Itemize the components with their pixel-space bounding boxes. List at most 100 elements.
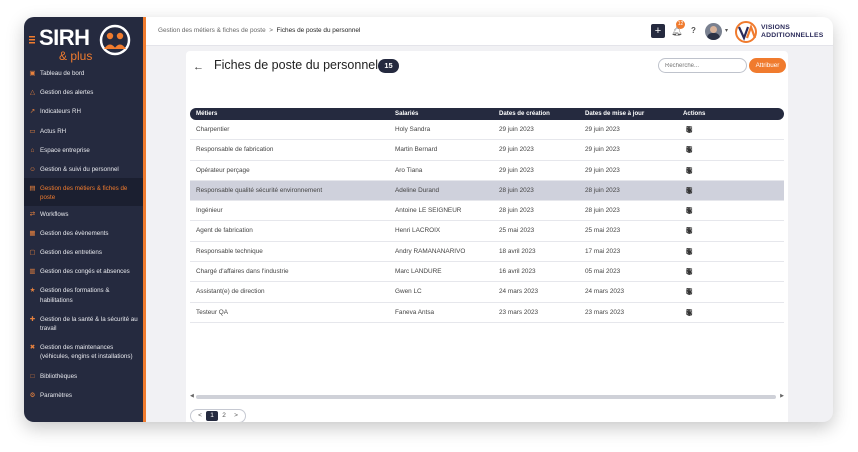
header-salaries[interactable]: Salariés (395, 108, 418, 120)
cell-date-creation: 29 juin 2023 (499, 126, 534, 133)
cell-salarie: Henri LACROIX (395, 227, 441, 235)
sidebar-item-15[interactable]: □ Bibliothèques (24, 366, 143, 385)
sidebar-item-8[interactable]: ⇄ Workflows (24, 206, 143, 223)
sidebar-item-3[interactable]: ↗ Indicateurs RH (24, 101, 143, 120)
sidebar-item-label: Gestion des entretiens (40, 249, 102, 257)
scrollbar-thumb[interactable] (196, 395, 776, 399)
sidebar-item-label: Actus RH (40, 127, 67, 135)
sidebar-item-14[interactable]: ✖ Gestion des maintenances (véhicules, en… (24, 337, 143, 365)
header-actions: Actions (683, 110, 706, 117)
horizontal-scrollbar[interactable]: ◀ ▶ (190, 393, 784, 400)
breadcrumb-separator: > (269, 27, 273, 34)
table-body: Charpentier Holy Sandra 29 juin 2023 29 jui… (190, 120, 784, 323)
sidebar-item-label: Bibliothèques (40, 372, 78, 380)
header-date-creation[interactable]: Dates de création (499, 108, 550, 120)
news-icon: ▭ (29, 127, 36, 135)
sidebar-item-12[interactable]: ★ Gestion des formations & habilitations (24, 280, 143, 308)
sidebar-item-label: Gestion & suivi du personnel (40, 166, 119, 174)
breadcrumb-current: Fiches de poste du personnel (276, 27, 361, 34)
table-row[interactable]: Opérateur perçage Aro Tiana 29 juin 2023 29… (190, 161, 784, 181)
back-arrow-icon[interactable]: ← (193, 61, 204, 73)
delete-trash-icon[interactable]: ☒ (686, 140, 693, 160)
sidebar-item-13[interactable]: ✚ Gestion de la santé & la sécurité au tr… (24, 309, 143, 337)
delete-trash-icon[interactable]: ☒ (686, 242, 693, 262)
cell-date-maj: 17 mai 2023 (585, 247, 621, 255)
sidebar-item-1[interactable]: ▣ Tableau de bord (24, 69, 143, 82)
sidebar-item-7[interactable]: ▤ Gestion des métiers & fiches de poste (24, 178, 143, 206)
sidebar-item-16[interactable]: ⚙ Paramètres (24, 385, 143, 404)
cell-metier: Testeur QA (196, 308, 228, 316)
sidebar-item-label: Gestion des évènements (40, 229, 109, 237)
assign-button[interactable]: Attribuer (749, 58, 786, 73)
cell-salarie: Martin Bernard (395, 146, 438, 154)
sidebar-item-6[interactable]: ☺ Gestion & suivi du personnel (24, 159, 143, 178)
header-metiers[interactable]: Métiers (196, 108, 217, 120)
cell-date-creation: 25 mai 2023 (499, 227, 535, 235)
cell-metier: Opérateur perçage (196, 166, 250, 174)
cell-date-maj: 29 juin 2023 (585, 146, 620, 154)
table-row[interactable]: Responsable qualité sécurité environneme… (190, 180, 784, 202)
people-icon: ☺ (29, 166, 36, 174)
cell-date-maj: 25 mai 2023 (585, 227, 621, 235)
cell-salarie: Gwen LC (395, 288, 422, 296)
sidebar-item-2[interactable]: △ Gestion des alertes (24, 82, 143, 101)
cell-salarie: Faneva Antsa (395, 308, 435, 316)
table-header: Métiers Salariés Dates de création Dates… (190, 108, 784, 120)
logo-wordmark: SIRH (39, 25, 90, 50)
sirh-logo[interactable]: SIRH & plus (27, 21, 137, 69)
help-icon[interactable]: ? (691, 26, 696, 35)
table-row[interactable]: Chargé d'affaires dans l'industrie Marc L… (190, 262, 784, 283)
cell-date-creation: 23 mars 2023 (499, 308, 539, 316)
cell-salarie: Marc LANDURE (395, 268, 442, 276)
delete-trash-icon[interactable]: ☒ (686, 181, 693, 201)
cell-metier: Responsable de fabrication (196, 146, 274, 154)
prev-page-button[interactable]: < (194, 411, 206, 421)
breadcrumb-parent[interactable]: Gestion des métiers & fiches de poste (158, 27, 266, 34)
library-icon: □ (30, 372, 35, 380)
scroll-left-icon[interactable]: ◀ (190, 393, 194, 399)
table-row[interactable]: Assistant(e) de direction Gwen LC 24 mars … (190, 282, 784, 303)
health-icon: ✚ (29, 315, 36, 323)
sidebar-item-10[interactable]: ▢ Gestion des entretiens (24, 242, 143, 261)
header-date-maj[interactable]: Dates de mise à jour (585, 108, 644, 120)
delete-trash-icon[interactable]: ☒ (686, 262, 693, 282)
page-button-1[interactable]: 1 (206, 411, 218, 421)
table-row[interactable]: Responsable de fabrication Martin Bernard… (190, 140, 784, 161)
sidebar-item-5[interactable]: ⌂ Espace entreprise (24, 140, 143, 159)
table-row[interactable]: Ingénieur Antoine LE SEIGNEUR 28 juin 2023… (190, 201, 784, 222)
cell-date-maj: 29 juin 2023 (585, 166, 620, 174)
table-row[interactable]: Testeur QA Faneva Antsa 23 mars 2023 23 mar… (190, 303, 784, 323)
app-window: SIRH & plus ▣ Tableau de bord △ Gestion des… (24, 17, 833, 422)
sidebar-menu: ▣ Tableau de bord △ Gestion des alertes ↗ Ind… (24, 69, 143, 404)
table-row[interactable]: Agent de fabrication Henri LACROIX 25 mai … (190, 221, 784, 242)
search-input[interactable] (658, 58, 747, 73)
calendar-icon: ▦ (29, 229, 36, 237)
page-button-2[interactable]: 2 (218, 411, 230, 421)
add-button[interactable]: + (651, 24, 665, 38)
logo-suffix: & plus (59, 49, 93, 63)
table-row[interactable]: Charpentier Holy Sandra 29 juin 2023 29 jui… (190, 120, 784, 141)
delete-trash-icon[interactable]: ☒ (686, 201, 693, 221)
brand-line-2: ADDITIONNELLES (761, 31, 824, 39)
delete-trash-icon[interactable]: ☒ (686, 282, 693, 302)
cell-date-creation: 29 juin 2023 (499, 166, 534, 174)
cell-date-creation: 28 juin 2023 (499, 207, 534, 215)
cell-date-maj: 28 juin 2023 (585, 186, 620, 194)
delete-trash-icon[interactable]: ☒ (686, 303, 693, 323)
sidebar-item-label: Gestion des maintenances (véhicules, eng… (40, 344, 133, 361)
table-row[interactable]: Responsable technique Andry RAMANANARIVO 1… (190, 242, 784, 263)
next-page-button[interactable]: > (230, 411, 242, 421)
training-icon: ★ (29, 287, 36, 295)
sidebar-item-9[interactable]: ▦ Gestion des évènements (24, 223, 143, 242)
scroll-right-icon[interactable]: ▶ (780, 393, 784, 399)
delete-trash-icon[interactable]: ☒ (686, 120, 693, 140)
sidebar-item-4[interactable]: ▭ Actus RH (24, 121, 143, 140)
cell-salarie: Andry RAMANANARIVO (395, 247, 466, 255)
sidebar-item-11[interactable]: ▥ Gestion des congés et absences (24, 261, 143, 280)
delete-trash-icon[interactable]: ☒ (686, 221, 693, 241)
sidebar-item-label: Espace entreprise (40, 146, 90, 154)
sidebar-item-label: Gestion des formations & habilitations (40, 287, 110, 304)
user-avatar[interactable] (705, 23, 722, 40)
chevron-down-icon[interactable]: ▾ (725, 27, 728, 34)
delete-trash-icon[interactable]: ☒ (686, 161, 693, 181)
